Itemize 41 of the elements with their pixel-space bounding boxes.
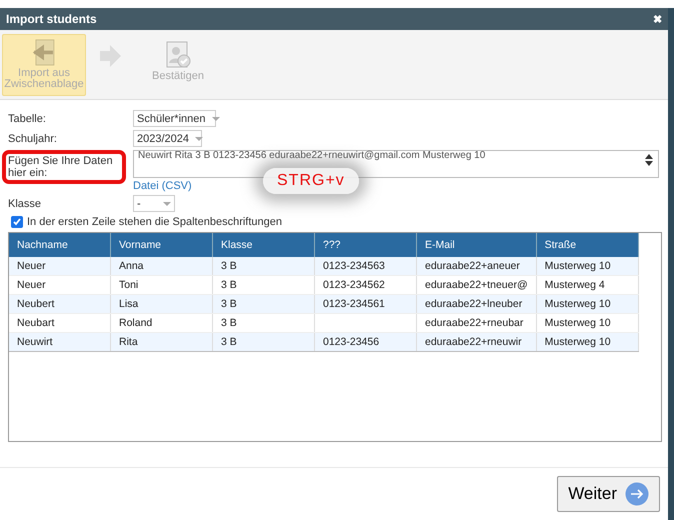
table-cell: Musterweg 10 bbox=[536, 332, 638, 352]
table-cell: 3 B bbox=[212, 294, 314, 314]
class-dropdown[interactable]: - bbox=[133, 195, 175, 212]
table-cell: eduraabe22+rneuwir bbox=[416, 332, 536, 352]
field-label: Schuljahr: bbox=[8, 132, 58, 144]
column-header: Nachname bbox=[9, 233, 110, 257]
next-button[interactable]: Weiter bbox=[557, 476, 660, 512]
arrow-icon bbox=[100, 44, 122, 68]
column-header: E-Mail bbox=[416, 233, 536, 257]
column-header: Straße bbox=[536, 233, 638, 257]
checkbox-label: In der ersten Zeile stehen die Spaltenbeschriftungen bbox=[27, 216, 282, 228]
table-cell: 0123-234561 bbox=[314, 294, 416, 314]
table-cell: 3 B bbox=[212, 257, 314, 276]
column-header: Vorname bbox=[110, 233, 212, 257]
arrow-right-icon bbox=[625, 482, 649, 506]
highlighted-field-label: Fügen Sie Ihre Daten hier ein: bbox=[2, 150, 126, 184]
school-year-dropdown[interactable]: 2023/2024 bbox=[133, 130, 202, 147]
table-cell: Neuwirt bbox=[9, 332, 110, 352]
table-cell: Anna bbox=[110, 257, 212, 276]
table-cell: Musterweg 10 bbox=[536, 257, 638, 276]
scroll-arrows-icon bbox=[644, 153, 654, 167]
table-cell: eduraabe22+lneuber bbox=[416, 294, 536, 314]
window-title: Import students bbox=[6, 12, 97, 26]
clipboard-check-icon bbox=[165, 39, 191, 69]
checkbox[interactable] bbox=[11, 216, 23, 228]
table-cell: Neubert bbox=[9, 294, 110, 314]
column-header: Klasse bbox=[212, 233, 314, 257]
table-cell: eduraabe22+aneuer bbox=[416, 257, 536, 276]
table-cell: Lisa bbox=[110, 294, 212, 314]
shortcut-hint: STRG+v bbox=[263, 168, 359, 194]
table-cell: 0123-234563 bbox=[314, 257, 416, 276]
field-label: Klasse bbox=[8, 198, 42, 210]
table-cell: Neuer bbox=[9, 257, 110, 276]
column-header: ??? bbox=[314, 233, 416, 257]
close-button[interactable]: ✖ bbox=[653, 12, 662, 26]
import-icon bbox=[31, 39, 57, 66]
table-cell: Musterweg 10 bbox=[536, 294, 638, 314]
table-cell: 0123-23456 bbox=[314, 332, 416, 352]
field-label: Tabelle: bbox=[8, 112, 47, 124]
table-cell: 3 B bbox=[212, 332, 314, 352]
table-cell: Rita bbox=[110, 332, 212, 352]
